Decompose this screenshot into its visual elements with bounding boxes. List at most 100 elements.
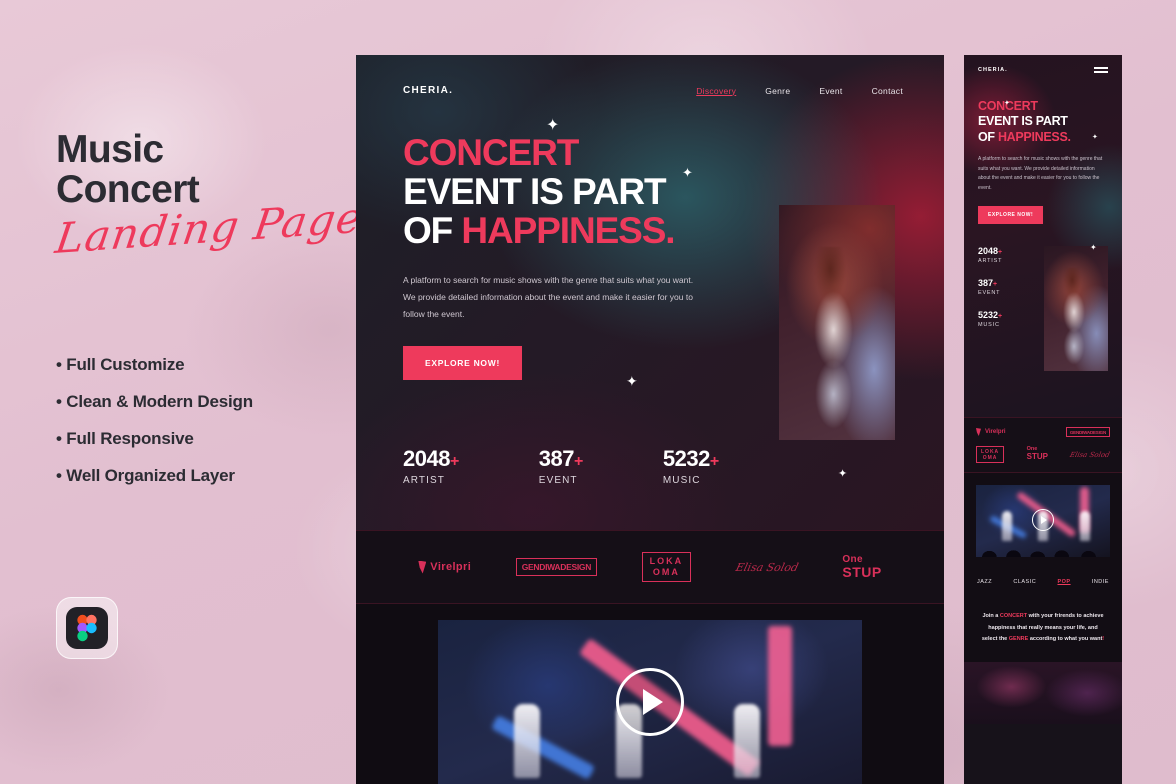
video-thumbnail[interactable] [438,620,862,784]
logo-onestup: One STUP [842,554,881,579]
mobile-brand-logo[interactable]: CHERIA. [978,67,1008,73]
headline-line-1: CONCERT [978,99,1038,113]
stat-label: ARTIST [978,257,1003,264]
mobile-video-section [964,473,1122,569]
logo-label-line1: LOKA [981,448,1000,455]
figma-icon [66,607,108,649]
mobile-video-thumbnail[interactable] [976,485,1110,557]
logo-label-line2: OMA [652,567,680,577]
stat-value: 2048+ [403,446,459,472]
stat-number: 2048 [978,245,999,256]
stat-value: 5232+ [663,446,719,472]
list-item: • Full Responsive [56,429,194,448]
stat-label: ARTIST [403,475,445,486]
stat-label: MUSIC [662,475,701,486]
logo-virelpri: Virelpri [976,428,1006,436]
tab-jazz[interactable]: JAZZ [977,579,992,585]
mobile-play-button[interactable] [1032,508,1054,531]
stat-value: 2048+ [978,246,1034,256]
tab-indie[interactable]: INDIE [1092,579,1109,585]
stat-value: 5232+ [978,310,1034,320]
hero-copy: CONCERT EVENT IS PART OF HAPPINESS. A pl… [403,132,723,380]
play-button[interactable] [616,668,684,736]
hero-paragraph: A platform to search for music shows wit… [403,274,694,320]
navbar: CHERIA. Discovery Genre Event Contact [356,55,944,96]
nav-link-discovery[interactable]: Discovery [696,86,736,96]
stat-artist: 2048+ ARTIST [403,446,459,486]
logo-label: Virelpri [430,561,472,573]
stat-plus: + [449,453,459,470]
mobile-logo-row-2: LOKA OMA One STUP Elisa Solod [976,446,1111,463]
mobile-genre-tabs: JAZZ CLASIC POP INDIE [964,569,1122,585]
mobile-headline: CONCERT EVENT IS PART OF HAPPINESS. [978,99,1108,145]
nav-link-contact[interactable]: Contact [872,86,903,96]
play-icon [642,689,663,715]
logo-gendiwadesign: GENDIWADESIGN [1065,427,1110,437]
partner-logo-strip: Virelpri GENDIWADESIGN LOKA OMA Elisa So… [356,530,944,604]
nav-link-genre[interactable]: Genre [765,86,790,96]
stat-plus: + [574,453,583,470]
performer-figure [734,704,760,778]
mobile-partner-logo-strip: Virelpri GENDIWADESIGN LOKA OMA One STUP… [964,417,1122,473]
play-icon [1041,515,1047,524]
headline-line-3: OF HAPPINESS. [403,209,723,251]
logo-virelpri: Virelpri [418,560,472,574]
tagline-part-3: according to what you want [1028,636,1103,643]
mobile-explore-button[interactable]: EXPLORE NOW! [978,205,1044,224]
headline-line-3: OF HAPPINESS. [978,130,1108,145]
headline-line-2: EVENT IS PART [403,170,667,212]
brand-logo[interactable]: CHERIA. [403,85,453,96]
list-item: • Well Organized Layer [56,466,235,485]
stage-light-beam [490,715,596,780]
nav-links: Discovery Genre Event Contact [696,86,903,96]
performer-figure [514,704,540,778]
stat-plus: + [998,248,1003,256]
stat-event: 387+ EVENT [978,278,1034,296]
stat-label: EVENT [538,475,578,486]
tagline-accent-genre: GENRE [1008,636,1029,643]
mobile-stats-and-image: 2048+ ARTIST 387+ EVENT 5232+ MUSIC [978,245,1108,371]
virelpri-mark-icon [976,428,981,436]
stats-row: 2048+ ARTIST 387+ EVENT 5232+ MUSIC [403,446,719,486]
sparkle-icon: ✦ [838,468,848,480]
explore-now-button[interactable]: EXPLORE NOW! [403,345,522,380]
tab-pop[interactable]: POP [1057,579,1070,585]
tagline-part-1: Join a [982,613,1000,619]
hero-section: CHERIA. Discovery Genre Event Contact CO… [356,55,944,530]
list-item: • Full Customize [56,355,185,374]
desktop-mockup: CHERIA. Discovery Genre Event Contact CO… [356,55,944,784]
stage-light-beam [768,626,792,746]
headline-happiness: HAPPINESS. [461,209,675,251]
mobile-hero-section: CHERIA. CONCERT EVENT IS PART OF HAPPINE… [964,55,1122,417]
logo-onestup: One STUP [1027,447,1048,461]
stat-event: 387+ EVENT [538,446,584,486]
logo-script: Elisa Solod [1069,450,1111,459]
feature-list: • Full Customize • Clean & Modern Design… [56,355,386,503]
stat-music: 5232+ MUSIC [663,446,719,486]
logo-label: Virelpri [985,429,1006,435]
stat-value: 387+ [978,278,1034,288]
mobile-footer-image [964,661,1122,724]
tab-clasic[interactable]: CLASIC [1013,579,1036,585]
logo-gendiwadesign: GENDIWADESIGN [515,558,598,576]
stat-label: EVENT [978,289,1001,296]
headline-of: OF [403,209,462,251]
stat-value: 387+ [539,446,584,472]
logo-script: Elisa Solod [734,560,800,574]
stat-plus: + [709,453,719,470]
singer-figure [1058,268,1089,366]
logo-lokaoma: LOKA OMA [976,446,1005,463]
mobile-paragraph: A platform to search for music shows wit… [978,155,1103,191]
figma-badge [56,597,118,659]
crowd-silhouette [976,535,1110,557]
stat-label: MUSIC [978,321,1000,328]
tagline-exclamation: ! [1102,636,1105,643]
nav-link-event[interactable]: Event [819,86,842,96]
headline-line-1: CONCERT [403,132,579,173]
headline-of: OF [978,129,998,144]
logo-label-line1: LOKA [649,555,684,566]
hamburger-menu-icon[interactable] [1094,67,1108,73]
stat-number: 5232 [978,309,999,320]
headline-happiness: HAPPINESS. [997,129,1071,144]
mobile-logo-row-1: Virelpri GENDIWADESIGN [976,427,1110,437]
